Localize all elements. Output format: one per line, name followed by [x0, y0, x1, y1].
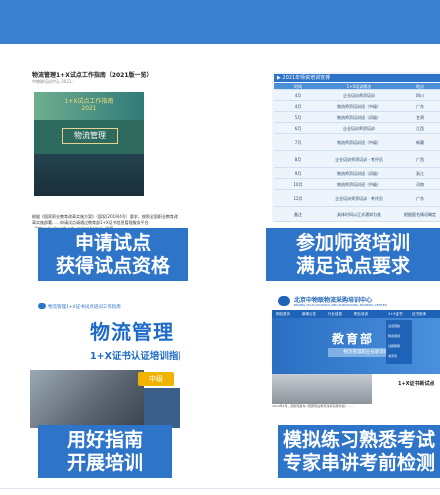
- site-header: 北京中物联物流采购培训中心 BEIJING CFLP LOGISTICS AND…: [272, 292, 440, 310]
- table-row: 4月 物流师资培训班（中级） 广东: [274, 102, 440, 112]
- table-row: 4月 企业培训师资培训 四川: [274, 91, 440, 101]
- guide-big-title: 物流管理: [90, 320, 174, 344]
- cover-photo: [30, 370, 144, 428]
- teacher-training-table-thumbnail[interactable]: ▶ 2021年师资培训安排 时间 1+X培训期次 地点 4月 企业培训师资培训 四川…: [272, 72, 440, 222]
- guide-subtitle: 1+X证书认证培训指南: [90, 351, 180, 362]
- banner-line-2: 满足试点要求: [295, 255, 410, 277]
- news-text: 2019年4月，国务院发布《国家职业教育改革实施方案》……: [272, 404, 354, 408]
- hero-title: 教育部: [332, 332, 375, 346]
- exam-papers-photo: [272, 374, 372, 404]
- use-guide-button[interactable]: 用好指南 开展培训: [38, 425, 172, 478]
- site-nav: 网站首页 新闻公告 行业信息 职业培训 1+X证书 证书查询: [272, 310, 440, 318]
- banner-line-1: 参加师资培训: [295, 232, 410, 254]
- banner-line-1: 模拟练习熟悉考试: [282, 429, 435, 451]
- nav-item[interactable]: 证书查询: [412, 310, 426, 318]
- news-title: 1+X证书新试点: [398, 381, 435, 387]
- banner-line-2: 开展培训: [66, 452, 143, 474]
- cover-title: 1+X试点工作指南: [64, 98, 114, 105]
- table-row: 6月 企业培训师资培训 江西: [274, 124, 440, 134]
- nav-dropdown-menu: 试点院校 师资培训 试题题库 考评员: [386, 320, 412, 364]
- pilot-guide-document-thumbnail[interactable]: 物流管理1+X试点工作指南（2021版一览） 中物联培训中心 2021- 1+X…: [30, 68, 180, 228]
- dropdown-item[interactable]: 试题题库: [388, 344, 400, 348]
- table-header-row: 时间 1+X培训期次 地点: [274, 83, 440, 90]
- cover-year: 2021: [81, 105, 97, 112]
- apply-pilot-button[interactable]: 申请试点 获得试点资格: [38, 228, 188, 281]
- table-row: 5月 物流师资培训班（初级） 甘肃: [274, 113, 440, 123]
- table-row: 8月 企业培训师资培训 · 考评员 广西: [274, 152, 440, 168]
- site-name-en: BEIJING CFLP LOGISTICS AND PURCHASING TR…: [294, 303, 387, 307]
- nav-item[interactable]: 网站首页: [276, 310, 290, 318]
- nav-item[interactable]: 职业培训: [354, 310, 368, 318]
- nav-item[interactable]: 1+X证书: [388, 310, 403, 318]
- bottom-divider: [0, 488, 440, 489]
- nav-item[interactable]: 新闻公告: [302, 310, 316, 318]
- dropdown-item[interactable]: 师资培训: [388, 334, 400, 338]
- dropdown-item[interactable]: 考评员: [388, 354, 397, 358]
- cover-name: 物流管理: [62, 128, 118, 144]
- table-title: ▶ 2021年师资培训安排: [274, 74, 440, 82]
- table-row: 12月 企业培训师资培训 · 考评员 广东: [274, 191, 440, 207]
- teacher-training-button[interactable]: 参加师资培训 满足试点要求: [266, 228, 440, 281]
- table-row: 备注 具体时间以正式通知为准 根据报名情况确定: [274, 208, 440, 222]
- table-row: 9月 物流师资培训班（初级） 浙江: [274, 169, 440, 179]
- banner-line-2: 专家串讲考前检测: [282, 452, 435, 474]
- top-banner-bar: [0, 0, 440, 44]
- banner-line-2: 获得试点资格: [55, 255, 170, 277]
- table-row: 10月 物流师资培训班（中级） 河南: [274, 180, 440, 190]
- dropdown-item[interactable]: 试点院校: [388, 324, 400, 328]
- guide-header: 物流管理1+X证书试点培训工作指南: [48, 305, 121, 310]
- guide-cover-image: 1+X试点工作指南 2021 物流管理: [34, 92, 144, 196]
- banner-line-1: 用好指南: [66, 429, 143, 451]
- publisher-logo-icon: [38, 303, 46, 309]
- site-logo-icon: [278, 296, 290, 306]
- document-title: 物流管理1+X试点工作指南（2021版一览）: [32, 72, 153, 79]
- level-badge: 中级: [138, 372, 174, 386]
- mock-exam-button[interactable]: 模拟练习熟悉考试 专家串讲考前检测: [278, 425, 440, 478]
- document-paragraph: 根据《国家职业教育改革实施方案》（国发[2019]4号）要求，按照全国职业教育改…: [32, 214, 178, 228]
- document-source: 中物联培训中心 2021-: [32, 79, 73, 84]
- nav-item[interactable]: 行业信息: [328, 310, 342, 318]
- table-row: 7月 物流师资培训班（中级） 新疆: [274, 135, 440, 151]
- training-website-thumbnail[interactable]: 北京中物联物流采购培训中心 BEIJING CFLP LOGISTICS AND…: [272, 292, 440, 422]
- training-guide-cover-thumbnail[interactable]: 物流管理1+X证书试点培训工作指南 物流管理 1+X证书认证培训指南 中级: [30, 300, 180, 428]
- banner-line-1: 申请试点: [74, 232, 151, 254]
